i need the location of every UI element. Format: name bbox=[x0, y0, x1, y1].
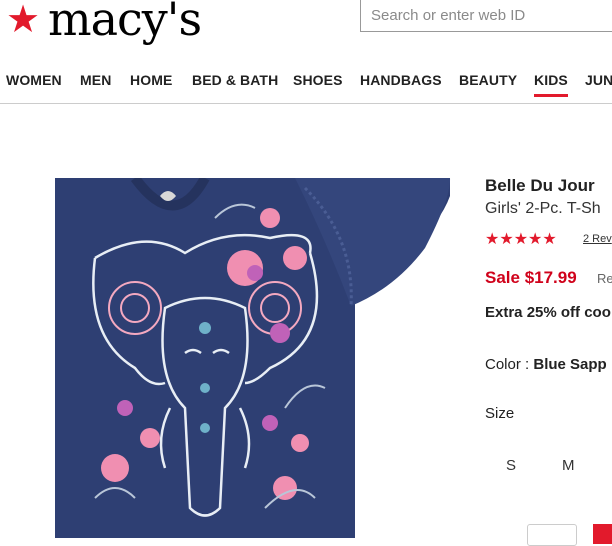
rating-stars[interactable]: ★★★★★ bbox=[485, 229, 557, 249]
nav-item-shoes[interactable]: SHOES bbox=[293, 72, 343, 88]
nav-item-handbags[interactable]: HANDBAGS bbox=[360, 72, 442, 88]
nav-divider bbox=[0, 103, 612, 104]
product-title: Girls' 2-Pc. T-Sh bbox=[485, 200, 601, 217]
elephant-graphic-tshirt-icon bbox=[55, 178, 451, 538]
reviews-link[interactable]: 2 Rev bbox=[583, 233, 612, 245]
color-label: Color : bbox=[485, 356, 534, 373]
search-box[interactable] bbox=[360, 0, 612, 32]
nav-item-women[interactable]: WOMEN bbox=[6, 72, 62, 88]
macys-logo[interactable]: ★ macy's bbox=[4, 0, 202, 44]
quantity-select[interactable] bbox=[527, 524, 577, 546]
category-nav: WOMEN MEN HOME BED & BATH SHOES HANDBAGS… bbox=[0, 62, 612, 102]
search-input[interactable] bbox=[361, 0, 612, 30]
nav-item-kids[interactable]: KIDS bbox=[534, 72, 568, 97]
product-brand[interactable]: Belle Du Jour bbox=[485, 176, 595, 196]
nav-item-juniors[interactable]: JUN bbox=[585, 72, 612, 88]
color-value: Blue Sapp bbox=[533, 356, 607, 373]
nav-item-home[interactable]: HOME bbox=[130, 72, 172, 88]
nav-item-men[interactable]: MEN bbox=[80, 72, 111, 88]
size-option-s[interactable]: S bbox=[506, 457, 516, 474]
nav-item-bed-bath[interactable]: BED & BATH bbox=[192, 72, 278, 88]
star-icon: ★ bbox=[6, 0, 41, 41]
promo-text: Extra 25% off coo bbox=[485, 304, 611, 321]
regular-price: Re bbox=[597, 271, 612, 286]
logo-wordmark: macy's bbox=[48, 0, 202, 46]
nav-item-beauty[interactable]: BEAUTY bbox=[459, 72, 517, 88]
color-selection: Color : Blue Sapp bbox=[485, 356, 607, 373]
size-option-m[interactable]: M bbox=[562, 457, 575, 474]
size-label: Size bbox=[485, 405, 515, 422]
add-to-bag-button[interactable] bbox=[593, 524, 612, 544]
product-image[interactable] bbox=[55, 178, 455, 538]
sale-price: Sale $17.99 bbox=[485, 268, 577, 287]
